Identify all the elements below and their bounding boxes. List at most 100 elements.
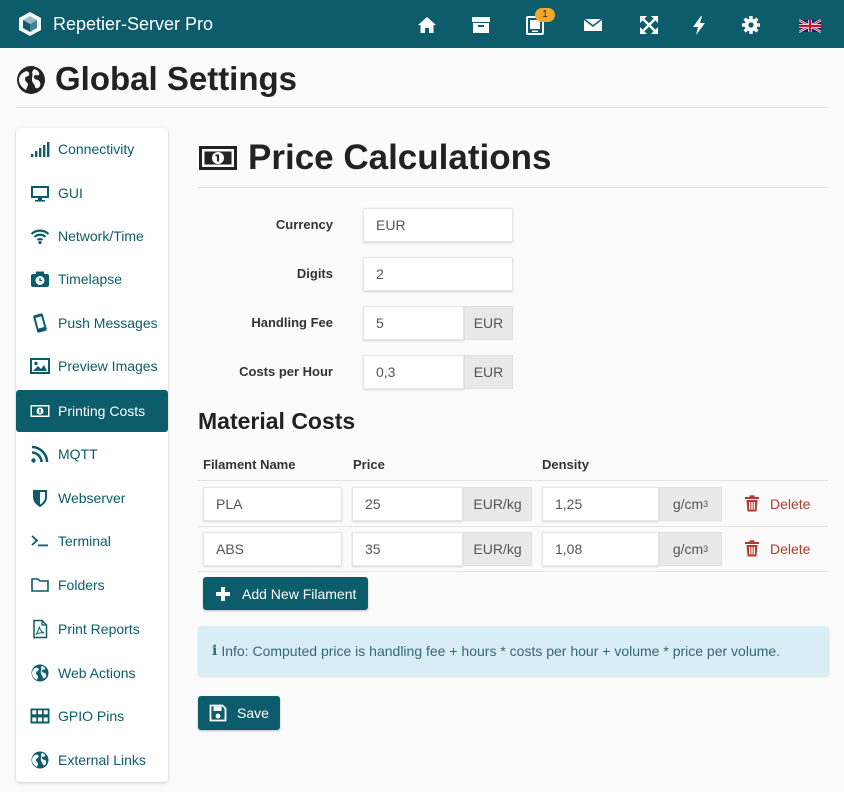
filament-name-input[interactable]: ABS xyxy=(203,532,342,566)
sidebar-item-label: Folders xyxy=(58,577,105,593)
money-icon xyxy=(30,401,50,421)
filament-price-input[interactable]: 35 xyxy=(352,532,463,566)
sidebar-item-connectivity[interactable]: Connectivity xyxy=(16,128,168,170)
plus-icon xyxy=(216,586,230,601)
sidebar-item-label: Timelapse xyxy=(58,271,123,287)
column-header-filament-name: Filament Name xyxy=(203,457,296,472)
filament-name-input[interactable]: PLA xyxy=(203,487,342,521)
costs-per-hour-label: Costs per Hour xyxy=(239,364,333,379)
logo-icon xyxy=(17,11,43,37)
sidebar-item-printing-costs[interactable]: Printing Costs xyxy=(16,390,168,432)
sidebar-item-label: Connectivity xyxy=(58,141,135,157)
filament-density-input[interactable]: 1,25 xyxy=(542,487,659,521)
sidebar-item-timelapse[interactable]: Timelapse xyxy=(16,258,168,300)
price-unit: EUR/kg xyxy=(463,532,532,566)
trash-icon xyxy=(745,495,759,512)
image-icon xyxy=(30,356,50,376)
add-filament-button[interactable]: Add New Filament xyxy=(203,577,368,610)
costs-per-hour-input[interactable]: 0,3 xyxy=(363,355,464,389)
handling-fee-unit: EUR xyxy=(464,306,513,340)
sidebar-item-label: Terminal xyxy=(58,533,111,549)
brand[interactable]: Repetier-Server Pro xyxy=(17,11,213,37)
content-header: Price Calculations xyxy=(198,138,828,188)
archive-icon[interactable] xyxy=(470,14,492,36)
column-header-price: Price xyxy=(353,457,385,472)
home-icon[interactable] xyxy=(416,14,438,36)
material-costs-title: Material Costs xyxy=(198,408,356,434)
currency-input[interactable]: EUR xyxy=(363,208,513,242)
page-header: Global Settings xyxy=(16,62,828,108)
save-label: Save xyxy=(237,705,269,721)
density-unit-text: g/cm xyxy=(672,541,704,557)
price-unit: EUR/kg xyxy=(463,487,532,521)
bolt-icon[interactable] xyxy=(688,14,710,36)
sidebar-item-label: Network/Time xyxy=(58,228,144,244)
sidebar-item-label: GUI xyxy=(58,185,83,201)
sidebar-item-print-reports[interactable]: Print Reports xyxy=(16,608,168,650)
filament-price-input[interactable]: 25 xyxy=(352,487,463,521)
globe-icon xyxy=(16,65,46,95)
signal-icon xyxy=(30,139,50,159)
sidebar-item-push-messages[interactable]: Push Messages xyxy=(16,302,168,344)
currency-label: Currency xyxy=(275,217,333,232)
sidebar-item-gpio-pins[interactable]: GPIO Pins xyxy=(16,695,168,737)
sidebar-item-label: Printing Costs xyxy=(58,403,146,419)
sidebar-item-external-links[interactable]: External Links xyxy=(16,739,168,781)
page-title: Global Settings xyxy=(55,60,298,97)
floppy-disk-icon xyxy=(209,704,227,722)
table-divider xyxy=(198,571,828,572)
sidebar-item-label: Preview Images xyxy=(58,358,158,374)
folder-icon xyxy=(30,575,50,595)
delete-filament-button[interactable]: Delete xyxy=(744,540,810,557)
grid-icon xyxy=(30,706,50,726)
expand-icon[interactable] xyxy=(638,14,660,36)
rss-icon xyxy=(30,444,50,464)
sidebar-item-mqtt[interactable]: MQTT xyxy=(16,433,168,475)
density-unit-exponent: 3 xyxy=(703,499,709,509)
sidebar-item-gui[interactable]: GUI xyxy=(16,172,168,214)
sidebar-item-terminal[interactable]: Terminal xyxy=(16,520,168,562)
sidebar-item-webserver[interactable]: Webserver xyxy=(16,477,168,519)
handling-fee-input[interactable]: 5 xyxy=(363,306,464,340)
delete-label: Delete xyxy=(770,495,811,512)
app-title: Repetier-Server Pro xyxy=(53,13,214,34)
sidebar-item-network-time[interactable]: Network/Time xyxy=(16,215,168,257)
sidebar-item-label: GPIO Pins xyxy=(58,708,125,724)
notification-badge[interactable]: 1 xyxy=(535,8,555,22)
sidebar-item-preview-images[interactable]: Preview Images xyxy=(16,345,168,387)
mobile-icon xyxy=(30,313,50,333)
uk-flag-icon[interactable] xyxy=(799,15,829,33)
sidebar-item-folders[interactable]: Folders xyxy=(16,564,168,606)
info-icon: i xyxy=(212,643,218,659)
money-icon xyxy=(198,144,238,172)
sidebar-item-web-actions[interactable]: Web Actions xyxy=(16,652,168,694)
delete-filament-button[interactable]: Delete xyxy=(744,495,810,512)
sidebar-item-label: Print Reports xyxy=(58,621,140,637)
info-alert: i Info: Computed price is handling fee +… xyxy=(198,626,829,676)
envelope-icon[interactable] xyxy=(582,14,604,36)
settings-sidebar: Connectivity GUI Network/Time Timelapse … xyxy=(16,128,168,782)
digits-label: Digits xyxy=(296,266,333,281)
density-unit: g/cm 3 xyxy=(659,532,722,566)
handling-fee-label: Handling Fee xyxy=(251,315,333,330)
top-navbar: Repetier-Server Pro 1 xyxy=(0,0,844,48)
digits-input[interactable]: 2 xyxy=(363,257,513,291)
sidebar-item-label: Web Actions xyxy=(58,665,136,681)
shield-icon xyxy=(30,488,50,508)
column-header-density: Density xyxy=(542,457,589,472)
gear-icon[interactable] xyxy=(740,14,762,36)
filament-density-input[interactable]: 1,08 xyxy=(542,532,659,566)
density-unit: g/cm 3 xyxy=(659,487,722,521)
pdf-icon xyxy=(30,619,50,639)
terminal-icon xyxy=(30,531,50,551)
density-unit-exponent: 3 xyxy=(703,544,709,554)
trash-icon xyxy=(745,540,759,557)
sidebar-item-label: Push Messages xyxy=(58,315,158,331)
globe-icon xyxy=(30,663,50,683)
sidebar-item-label: MQTT xyxy=(58,446,98,462)
globe-icon xyxy=(30,750,50,770)
info-text: Info: Computed price is handling fee + h… xyxy=(221,643,781,659)
table-divider xyxy=(198,480,828,481)
save-button[interactable]: Save xyxy=(198,696,280,730)
monitor-icon xyxy=(30,183,50,203)
